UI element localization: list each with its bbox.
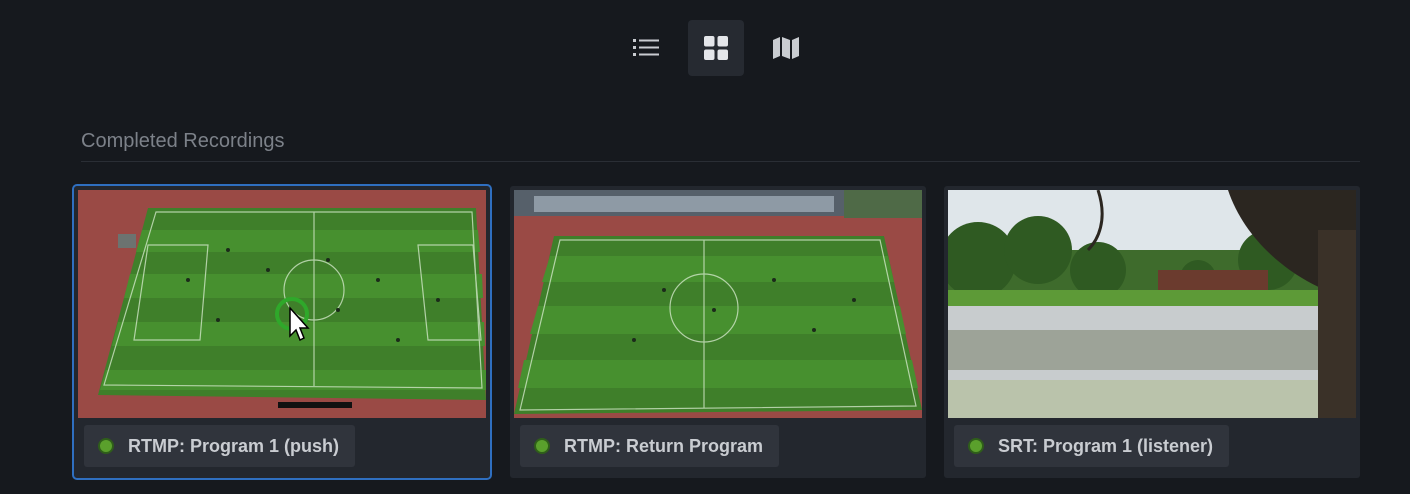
status-indicator bbox=[534, 438, 550, 454]
recording-name: RTMP: Return Program bbox=[564, 435, 764, 456]
map-icon bbox=[773, 37, 799, 59]
recording-name: SRT: Program 1 (listener) bbox=[998, 435, 1214, 456]
recording-thumbnail[interactable] bbox=[514, 190, 922, 418]
recording-thumbnail[interactable] bbox=[78, 190, 486, 418]
recording-card[interactable]: SRT: Program 1 (listener) bbox=[944, 186, 1360, 478]
view-toggle bbox=[618, 20, 814, 76]
recording-card[interactable]: RTMP: Return Program bbox=[510, 186, 926, 478]
section-divider bbox=[81, 161, 1360, 162]
list-icon bbox=[633, 39, 659, 56]
grid-icon bbox=[704, 36, 728, 60]
recording-thumbnail[interactable] bbox=[948, 190, 1356, 418]
grid-view-button[interactable] bbox=[688, 20, 744, 76]
recording-card[interactable]: RTMP: Program 1 (push) bbox=[72, 184, 492, 480]
recording-label[interactable]: RTMP: Return Program bbox=[520, 425, 780, 467]
recording-label[interactable]: SRT: Program 1 (listener) bbox=[954, 425, 1230, 467]
status-indicator bbox=[968, 438, 984, 454]
recording-label[interactable]: RTMP: Program 1 (push) bbox=[84, 425, 356, 467]
status-indicator bbox=[98, 438, 114, 454]
section-title: Completed Recordings bbox=[81, 130, 285, 152]
map-view-button[interactable] bbox=[758, 20, 814, 76]
recording-name: RTMP: Program 1 (push) bbox=[128, 435, 340, 456]
list-view-button[interactable] bbox=[618, 20, 674, 76]
